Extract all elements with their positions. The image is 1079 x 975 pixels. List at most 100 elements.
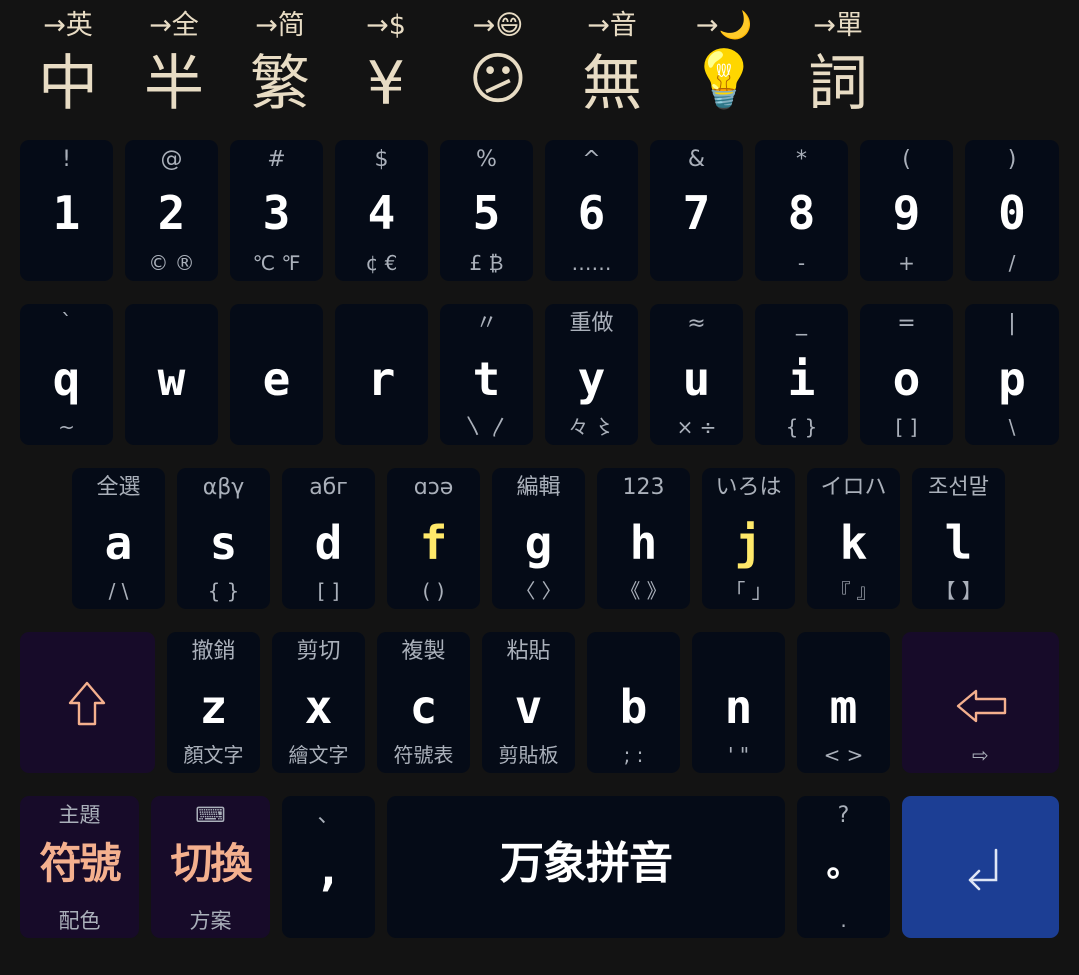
key-l[interactable]: 조선말 l 【 】 <box>912 468 1005 609</box>
switch-hint: →英 <box>43 10 93 41</box>
lightbulb-icon: 💡 <box>689 47 759 112</box>
key-top-label: αβγ <box>202 475 245 500</box>
key-2[interactable]: @2 © ® <box>125 140 218 281</box>
switch-words-key[interactable]: →單詞 <box>788 0 888 130</box>
key-bottom-label: 《 》 <box>620 579 667 603</box>
key-e[interactable]: e <box>230 304 323 445</box>
backspace-arrow-icon <box>956 689 1007 723</box>
key-top-label: # <box>267 147 286 172</box>
key-6[interactable]: ^ 6 …… <box>545 140 638 281</box>
key-bottom-label: 【 】 <box>935 579 982 603</box>
key-7[interactable]: & 7 <box>650 140 743 281</box>
key-label: e <box>262 352 291 406</box>
switch-label: 半 <box>144 49 204 119</box>
key-5[interactable]: % 5 £ ₿ <box>440 140 533 281</box>
key-label: 6 <box>577 186 606 240</box>
key-n[interactable]: n ' " <box>692 632 785 773</box>
key-label: u <box>682 352 711 406</box>
symbols-key[interactable]: 主題 符號 配色 <box>20 796 139 938</box>
key-t[interactable]: 〃 t 〵 〳 <box>440 304 533 445</box>
switch-label: 詞 <box>808 49 868 119</box>
switch-currency-key[interactable]: →$ ¥ <box>336 0 436 130</box>
backspace-key[interactable]: ⇨ <box>902 632 1059 773</box>
switch-darkmode-key[interactable]: →🌙 💡 <box>674 0 774 130</box>
key-i[interactable]: _ i { } <box>755 304 848 445</box>
enter-key[interactable] <box>902 796 1059 938</box>
schema-switch-key[interactable]: ⌨ 切換 方案 <box>151 796 270 938</box>
key-label: o <box>892 352 921 406</box>
switch-fullwidth-key[interactable]: →全半 <box>124 0 224 130</box>
period-key[interactable]: ? 。 . <box>797 796 890 938</box>
key-bottom-label: \ <box>1008 415 1016 439</box>
key-h[interactable]: 123 h 《 》 <box>597 468 690 609</box>
key-top-label: 全選 <box>96 475 141 500</box>
switch-emoji-key[interactable]: →😄 😕 <box>448 0 548 130</box>
key-bottom-label: 〵 〳 <box>463 415 510 439</box>
switch-ascii-key[interactable]: →英中 <box>18 0 118 130</box>
color-scheme-label: 配色 <box>58 909 101 933</box>
space-label: 万象拼音 <box>500 838 673 889</box>
key-label: f <box>419 516 448 570</box>
key-bottom-label: ~ <box>58 415 75 439</box>
comma-key[interactable]: 、 , <box>282 796 375 938</box>
key-bottom-label: ( ) <box>422 579 445 603</box>
key-8[interactable]: * 8 - <box>755 140 848 281</box>
key-top-label: 重做 <box>569 311 614 336</box>
key-bottom-label: 繪文字 <box>288 743 349 767</box>
schema-label: 方案 <box>189 909 232 933</box>
key-top-label: 〃 <box>475 311 498 336</box>
key-bottom-label: < > <box>823 743 864 767</box>
key-label: n <box>724 680 753 734</box>
key-top-label: * <box>796 147 807 172</box>
key-label: g <box>524 516 553 570</box>
key-bottom-label: 剪貼板 <box>498 743 559 767</box>
key-x[interactable]: 剪切 x 繪文字 <box>272 632 365 773</box>
key-m[interactable]: m < > <box>797 632 890 773</box>
key-r[interactable]: r <box>335 304 428 445</box>
key-top-label: 粘貼 <box>506 639 551 664</box>
key-f[interactable]: ɑɔə f ( ) <box>387 468 480 609</box>
key-u[interactable]: ≈ u × ÷ <box>650 304 743 445</box>
key-d[interactable]: абг d [ ] <box>282 468 375 609</box>
key-bottom-label: 『 』 <box>830 579 877 603</box>
key-w[interactable]: w <box>125 304 218 445</box>
key-v[interactable]: 粘貼 v 剪貼板 <box>482 632 575 773</box>
key-top-label: ! <box>62 147 71 172</box>
switch-simplified-key[interactable]: →简繁 <box>230 0 330 130</box>
key-k[interactable]: イロハ k 『 』 <box>807 468 900 609</box>
key-1[interactable]: ! 1 <box>20 140 113 281</box>
key-p[interactable]: | p \ <box>965 304 1059 445</box>
key-top-label: ( <box>902 147 911 172</box>
key-z[interactable]: 撤銷 z 顏文字 <box>167 632 260 773</box>
key-y[interactable]: 重做 y 々 〻 <box>545 304 638 445</box>
key-top-label: абг <box>309 475 348 500</box>
key-3[interactable]: #3 ℃ ℉ <box>230 140 323 281</box>
key-j[interactable]: いろは j 「 」 <box>702 468 795 609</box>
key-c[interactable]: 複製 c 符號表 <box>377 632 470 773</box>
key-a[interactable]: 全選 a / \ <box>72 468 165 609</box>
key-bottom-label: ¢ € <box>365 251 398 275</box>
key-top-label: ) <box>1007 147 1017 172</box>
key-label: 。 <box>826 845 861 885</box>
key-s[interactable]: αβγ s { } <box>177 468 270 609</box>
key-top-label: $ <box>374 147 389 172</box>
shift-key[interactable] <box>20 632 155 773</box>
key-o[interactable]: = o [ ] <box>860 304 953 445</box>
key-0[interactable]: ) 0 / <box>965 140 1059 281</box>
key-4[interactable]: $4 ¢ € <box>335 140 428 281</box>
switch-hint: →單 <box>813 10 863 41</box>
key-bottom-label: / \ <box>108 579 129 603</box>
key-label: 5 <box>472 186 501 240</box>
key-label: i <box>787 352 816 406</box>
key-9[interactable]: (9 + <box>860 140 953 281</box>
switch-label: 切換 <box>170 839 252 888</box>
key-g[interactable]: 編輯 g 〈 〉 <box>492 468 585 609</box>
key-label: a <box>104 516 133 570</box>
key-q[interactable]: ` q ~ <box>20 304 113 445</box>
key-b[interactable]: b ; : <box>587 632 680 773</box>
switch-sound-key[interactable]: →音無 <box>562 0 662 130</box>
key-top-label: 複製 <box>401 639 446 664</box>
space-key[interactable]: 万象拼音 <box>387 796 785 938</box>
key-bottom-label: 々 〻 <box>568 415 615 439</box>
key-label: 1 <box>52 186 81 240</box>
